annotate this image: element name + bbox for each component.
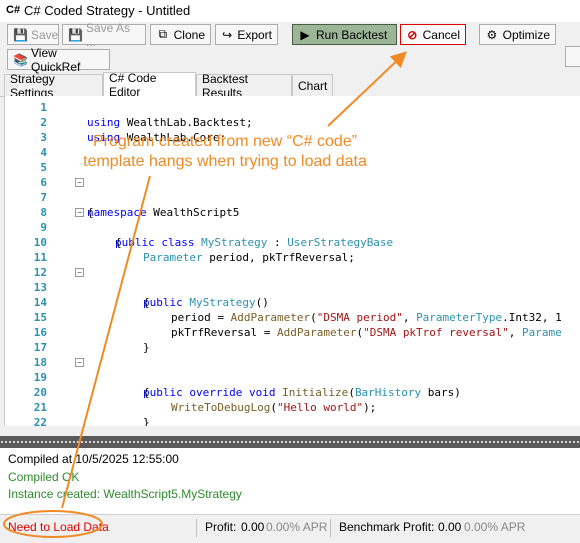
view-quickref-button[interactable]: 📚 View QuickRef — [7, 46, 110, 74]
tab-backtest-results[interactable]: Backtest Results — [196, 72, 292, 100]
optimize-label: Optimize — [502, 27, 550, 42]
app-icon: C# — [6, 4, 21, 16]
fold-toggle-icon[interactable]: − — [75, 358, 84, 367]
export-label: Export — [237, 27, 272, 42]
cancel-label: Cancel — [422, 27, 460, 42]
benchmark-profit-apr: 0.00% APR — [464, 520, 526, 534]
line-number: 20 — [33, 386, 47, 399]
line-number: 6 — [40, 176, 47, 189]
export-icon: ↪ — [222, 27, 233, 42]
cancel-icon: ⊘ — [407, 27, 418, 42]
tab-chart[interactable]: Chart — [292, 74, 333, 96]
line-number: 9 — [40, 221, 47, 234]
annotation-callout: Program created from new “C# code” templ… — [60, 132, 390, 172]
benchmark-profit-label: Benchmark Profit: — [339, 520, 435, 534]
line-number: 10 — [33, 236, 47, 249]
save-button[interactable]: 💾 Save — [7, 24, 59, 45]
line-number: 13 — [33, 281, 47, 294]
annotation-line-2: template hangs when trying to load data — [83, 153, 367, 170]
run-icon: ▶ — [300, 27, 310, 42]
panel-splitter[interactable] — [0, 436, 580, 448]
log-line: Compiled at 10/5/2025 12:55:00 — [8, 452, 179, 466]
line-number: 14 — [33, 296, 47, 309]
clone-label: Clone — [173, 27, 205, 42]
line-number: 7 — [40, 191, 47, 204]
clone-button[interactable]: ⧉ Clone — [150, 24, 211, 45]
line-number: 17 — [33, 341, 47, 354]
line-number: 5 — [40, 161, 47, 174]
save-as-icon: 💾 — [68, 27, 83, 42]
line-number: 3 — [40, 131, 47, 144]
save-icon: 💾 — [13, 27, 28, 42]
clone-icon: ⧉ — [158, 27, 168, 41]
line-number: 2 — [40, 116, 47, 129]
window-title: C# Coded Strategy - Untitled — [24, 3, 191, 18]
compile-log: Compiled at 10/5/2025 12:55:00 Compiled … — [0, 448, 580, 514]
optimize-icon: ⚙ — [486, 27, 498, 42]
view-quickref-label: View QuickRef — [31, 45, 81, 74]
line-number: 15 — [33, 311, 47, 324]
line-number: 1 — [40, 101, 47, 114]
optimize-button[interactable]: ⚙ Optimize — [479, 24, 556, 45]
log-line: Compiled OK — [8, 470, 80, 484]
save-as-button[interactable]: 💾 Save As ... — [62, 21, 146, 49]
line-number: 19 — [33, 371, 47, 384]
profit-apr: 0.00% APR — [266, 520, 328, 534]
status-bar: Need to Load Data Profit: 0.00 0.00% APR… — [0, 514, 580, 543]
quickref-icon: 📚 — [13, 52, 28, 67]
benchmark-profit-value: 0.00 — [438, 520, 462, 534]
line-number: 12 — [33, 266, 47, 279]
export-button[interactable]: ↪ Export — [215, 24, 278, 45]
fold-toggle-icon[interactable]: − — [75, 208, 84, 217]
cancel-button[interactable]: ⊘ Cancel — [400, 24, 466, 45]
save-as-label: Save As ... — [86, 20, 131, 49]
title-bar: C# C# Coded Strategy - Untitled — [0, 0, 580, 22]
run-backtest-button[interactable]: ▶ Run Backtest — [292, 24, 397, 45]
log-line: Instance created: WealthScript5.MyStrate… — [8, 487, 242, 501]
profit-label: Profit: — [205, 520, 237, 534]
profit-value: 0.00 — [241, 520, 265, 534]
tab-strategy-settings[interactable]: Strategy Settings — [4, 72, 103, 100]
tab-strip: Strategy Settings C# Code Editor Backtes… — [0, 71, 580, 100]
line-number: 16 — [33, 326, 47, 339]
run-backtest-label: Run Backtest — [316, 27, 388, 42]
fold-toggle-icon[interactable]: − — [75, 178, 84, 187]
secondary-toolbar: 📚 View QuickRef — [0, 46, 580, 74]
status-message: Need to Load Data — [8, 520, 109, 534]
line-number: 18 — [33, 356, 47, 369]
line-number: 8 — [40, 206, 47, 219]
line-number: 21 — [33, 401, 47, 414]
fold-toggle-icon[interactable]: − — [75, 268, 84, 277]
line-number: 11 — [33, 251, 47, 264]
line-number: 22 — [33, 416, 47, 426]
save-label: Save — [31, 27, 59, 42]
main-toolbar: 💾 Save 💾 Save As ... ⧉ Clone ↪ Export ▶ … — [0, 21, 580, 67]
tab-csharp-code-editor[interactable]: C# Code Editor — [103, 71, 196, 99]
annotation-line-1: Program created from new “C# code” — [92, 133, 358, 150]
line-number: 4 — [40, 146, 47, 159]
